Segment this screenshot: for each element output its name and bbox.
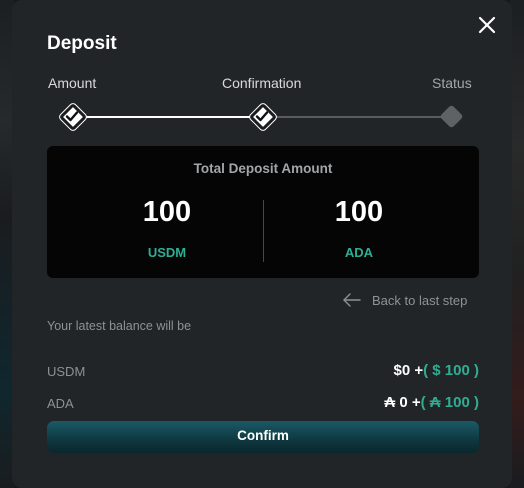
step-label-amount: Amount (48, 75, 97, 91)
stepper-line-pending (275, 116, 453, 118)
stepper-line-completed (83, 116, 263, 118)
balance-name-ada: ADA (47, 396, 74, 411)
balance-row-ada: ADA ₳ 0 +( ₳ 100 ) (47, 394, 479, 414)
amount-divider (263, 200, 264, 262)
balance-row-usdm: USDM $0 +( $ 100 ) (47, 362, 479, 382)
usdm-amount: 100 (142, 196, 192, 228)
total-deposit-panel: Total Deposit Amount 100 USDM 100 ADA (47, 146, 479, 278)
step-label-status: Status (432, 75, 472, 91)
ada-unit-label: ADA (344, 245, 374, 260)
modal-title: Deposit (47, 33, 117, 54)
back-to-last-step-link[interactable]: Back to last step (342, 290, 467, 310)
balance-value-usdm: $0 +( $ 100 ) (394, 362, 480, 379)
total-deposit-title: Total Deposit Amount (193, 161, 333, 176)
balance-value-ada: ₳ 0 +( ₳ 100 ) (384, 394, 479, 411)
check-icon (65, 111, 79, 122)
step-label-confirmation: Confirmation (222, 75, 302, 91)
balance-name-usdm: USDM (47, 364, 86, 379)
back-link-label: Back to last step (372, 292, 468, 308)
confirm-button[interactable]: Confirm (47, 421, 479, 453)
balance-addition-usdm: ( $ 100 ) (423, 362, 479, 379)
balance-current-ada: ₳ 0 + (384, 394, 421, 411)
usdm-unit-label: USDM (147, 245, 187, 260)
check-icon (255, 111, 269, 122)
close-button[interactable] (476, 14, 498, 36)
close-icon (478, 16, 496, 34)
arrow-left-icon (343, 293, 361, 307)
latest-balance-note: Your latest balance will be (47, 319, 192, 333)
balance-current-usdm: $0 + (393, 362, 424, 379)
step-marker-status (439, 104, 464, 129)
deposit-modal: Deposit Amount Confirmation Status Total… (12, 0, 512, 488)
ada-amount: 100 (334, 196, 384, 228)
background-app-right-edge (510, 0, 524, 488)
balance-addition-ada: ( ₳ 100 ) (420, 394, 479, 411)
